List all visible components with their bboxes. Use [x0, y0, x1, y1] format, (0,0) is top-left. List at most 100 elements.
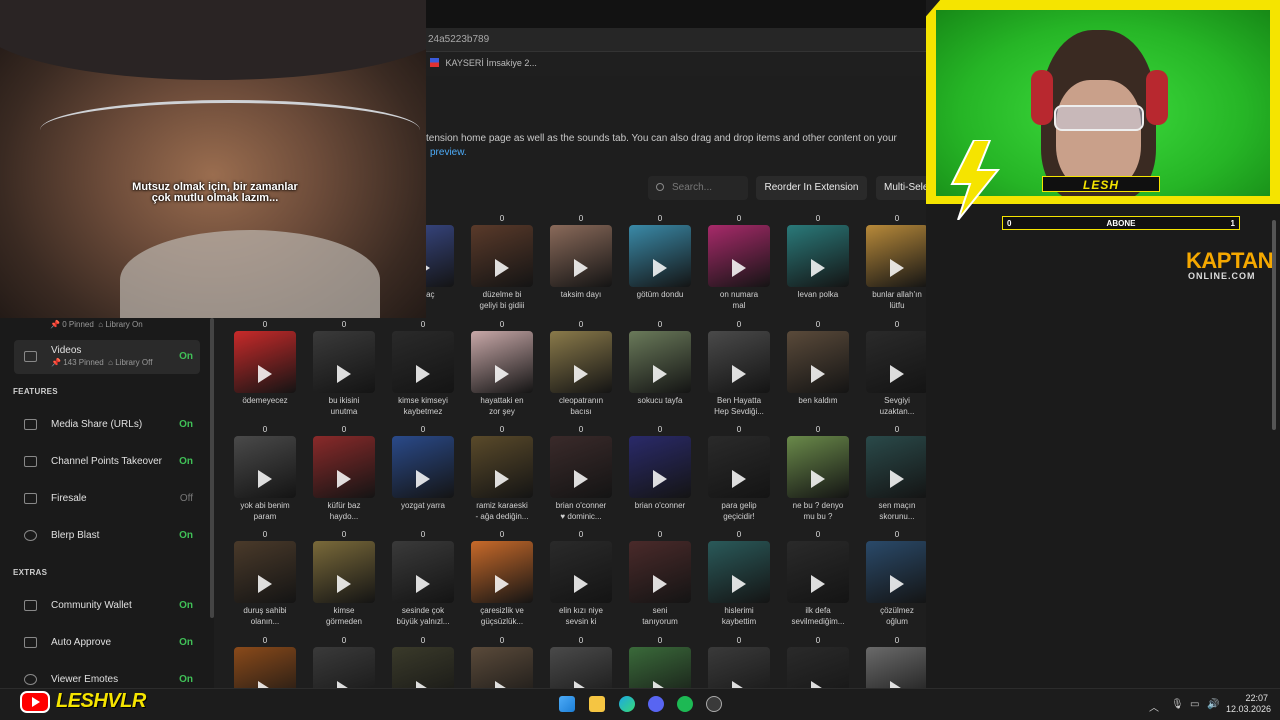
video-thumbnail[interactable] — [629, 436, 691, 498]
play-icon[interactable] — [495, 470, 509, 488]
blerp-blast-state[interactable]: On — [179, 530, 193, 541]
video-thumbnail[interactable] — [866, 225, 926, 287]
play-icon[interactable] — [653, 365, 667, 383]
play-icon[interactable] — [732, 681, 746, 688]
play-icon[interactable] — [890, 681, 904, 688]
video-thumbnail[interactable] — [708, 541, 770, 603]
sidebar-item-channel-points-takeover[interactable]: Channel Points Takeover On — [14, 447, 200, 477]
obs-icon[interactable] — [706, 696, 722, 712]
video-thumbnail[interactable] — [787, 436, 849, 498]
spotify-icon[interactable] — [677, 696, 693, 712]
video-thumbnail[interactable] — [392, 331, 454, 393]
play-icon[interactable] — [732, 575, 746, 593]
play-icon[interactable] — [890, 365, 904, 383]
edge-browser-icon[interactable] — [619, 696, 635, 712]
video-thumbnail[interactable] — [708, 436, 770, 498]
video-thumbnail[interactable] — [313, 647, 375, 688]
video-tile[interactable]: 0 — [392, 636, 458, 688]
community-wallet-state[interactable]: On — [179, 600, 193, 611]
video-tile[interactable]: 0 — [550, 636, 616, 688]
video-thumbnail[interactable] — [313, 331, 375, 393]
play-icon[interactable] — [732, 259, 746, 277]
tray-chevron-icon[interactable]: ︿ — [1149, 699, 1159, 714]
video-thumbnail[interactable] — [866, 541, 926, 603]
video-thumbnail[interactable] — [392, 541, 454, 603]
video-thumbnail[interactable] — [550, 436, 612, 498]
video-tile[interactable]: 0 küfür baz haydo... — [313, 425, 379, 525]
video-thumbnail[interactable] — [313, 436, 375, 498]
video-tile[interactable]: 0 ne bu ? denyo mu bu ? — [787, 425, 853, 525]
sidebar-item-auto-approve[interactable]: Auto Approve On — [14, 628, 200, 658]
play-icon[interactable] — [811, 365, 825, 383]
play-icon[interactable] — [416, 365, 430, 383]
display-icon[interactable]: ▭ — [1190, 699, 1199, 710]
play-icon[interactable] — [416, 681, 430, 688]
sidebar-item-blerp-blast[interactable]: Blerp Blast On — [14, 521, 200, 551]
play-icon[interactable] — [811, 575, 825, 593]
play-icon[interactable] — [890, 259, 904, 277]
media-share-state[interactable]: On — [179, 419, 193, 430]
viewer-emotes-state[interactable]: On — [179, 674, 193, 685]
sidebar-item-community-wallet[interactable]: Community Wallet On — [14, 591, 200, 621]
video-thumbnail[interactable] — [234, 541, 296, 603]
video-thumbnail[interactable] — [787, 647, 849, 688]
video-tile[interactable]: 0 — [234, 636, 300, 688]
video-tile[interactable]: 0 Ben Hayatta Hep Sevdiği... — [708, 320, 774, 420]
video-tile[interactable]: 0 sokucu tayfa — [629, 320, 695, 420]
video-tile[interactable]: 0 levan polka — [787, 214, 853, 314]
video-thumbnail[interactable] — [550, 541, 612, 603]
video-tile[interactable]: 0 ben kaldım — [787, 320, 853, 420]
video-tile[interactable]: 0 Sevgiyi uzaktan... — [866, 320, 926, 420]
video-thumbnail[interactable] — [787, 541, 849, 603]
microphone-icon[interactable]: 🎙 — [1171, 699, 1184, 710]
play-icon[interactable] — [258, 575, 272, 593]
page-scrollbar[interactable] — [1272, 220, 1276, 430]
taskbar-clock[interactable]: 22:07 12.03.2026 — [1226, 693, 1271, 715]
video-tile[interactable]: 0 on numara mal — [708, 214, 774, 314]
play-icon[interactable] — [574, 470, 588, 488]
video-tile[interactable]: 0 hayattaki en zor şey — [471, 320, 537, 420]
video-tile[interactable]: 0 hislerimi kaybettim — [708, 530, 774, 630]
video-thumbnail[interactable] — [629, 331, 691, 393]
video-tile[interactable]: 0 brian o'conner ♥ dominic... — [550, 425, 616, 525]
play-icon[interactable] — [258, 365, 272, 383]
video-tile[interactable]: 0 para gelip geçicidir! — [708, 425, 774, 525]
sidebar-item-media-share[interactable]: Media Share (URLs) On — [14, 410, 200, 440]
video-thumbnail[interactable] — [471, 647, 533, 688]
play-icon[interactable] — [811, 470, 825, 488]
play-icon[interactable] — [811, 681, 825, 688]
video-tile[interactable]: 0 — [708, 636, 774, 688]
video-tile[interactable]: 0 sesinde çok büyük yalnızl... — [392, 530, 458, 630]
firesale-state[interactable]: Off — [180, 493, 193, 504]
speaker-icon[interactable]: 🔊 — [1207, 699, 1219, 710]
discord-icon[interactable] — [648, 696, 664, 712]
video-tile[interactable]: 0 — [629, 636, 695, 688]
video-thumbnail[interactable] — [313, 541, 375, 603]
play-icon[interactable] — [574, 259, 588, 277]
play-icon[interactable] — [495, 365, 509, 383]
play-icon[interactable] — [653, 681, 667, 688]
search-input[interactable]: Search... — [648, 176, 748, 200]
file-explorer-icon[interactable] — [589, 696, 605, 712]
video-tile[interactable]: 0 yok abi benim param — [234, 425, 300, 525]
video-thumbnail[interactable] — [629, 225, 691, 287]
address-bar[interactable]: 24a5223b789 — [420, 28, 926, 52]
video-thumbnail[interactable] — [471, 541, 533, 603]
video-thumbnail[interactable] — [471, 331, 533, 393]
video-tile[interactable]: 0 taksim dayı — [550, 214, 616, 314]
play-icon[interactable] — [416, 470, 430, 488]
video-tile[interactable]: 0 bu ikisini unutma — [313, 320, 379, 420]
video-tile[interactable]: 0 sen maçın skorunu... — [866, 425, 926, 525]
video-tile[interactable]: 0 ödemeyecez — [234, 320, 300, 420]
video-tile[interactable]: 0 — [471, 636, 537, 688]
play-icon[interactable] — [653, 470, 667, 488]
video-tile[interactable]: 0 kimse görmeden — [313, 530, 379, 630]
play-icon[interactable] — [258, 681, 272, 688]
video-thumbnail[interactable] — [787, 225, 849, 287]
play-icon[interactable] — [337, 365, 351, 383]
play-icon[interactable] — [653, 259, 667, 277]
video-thumbnail[interactable] — [708, 647, 770, 688]
video-tile[interactable]: 0 çaresizlik ve güçsüzlük... — [471, 530, 537, 630]
video-tile[interactable]: 0 seni tanıyorum — [629, 530, 695, 630]
video-tile[interactable]: 0 düzelme bi geliyi bi gidiii — [471, 214, 537, 314]
